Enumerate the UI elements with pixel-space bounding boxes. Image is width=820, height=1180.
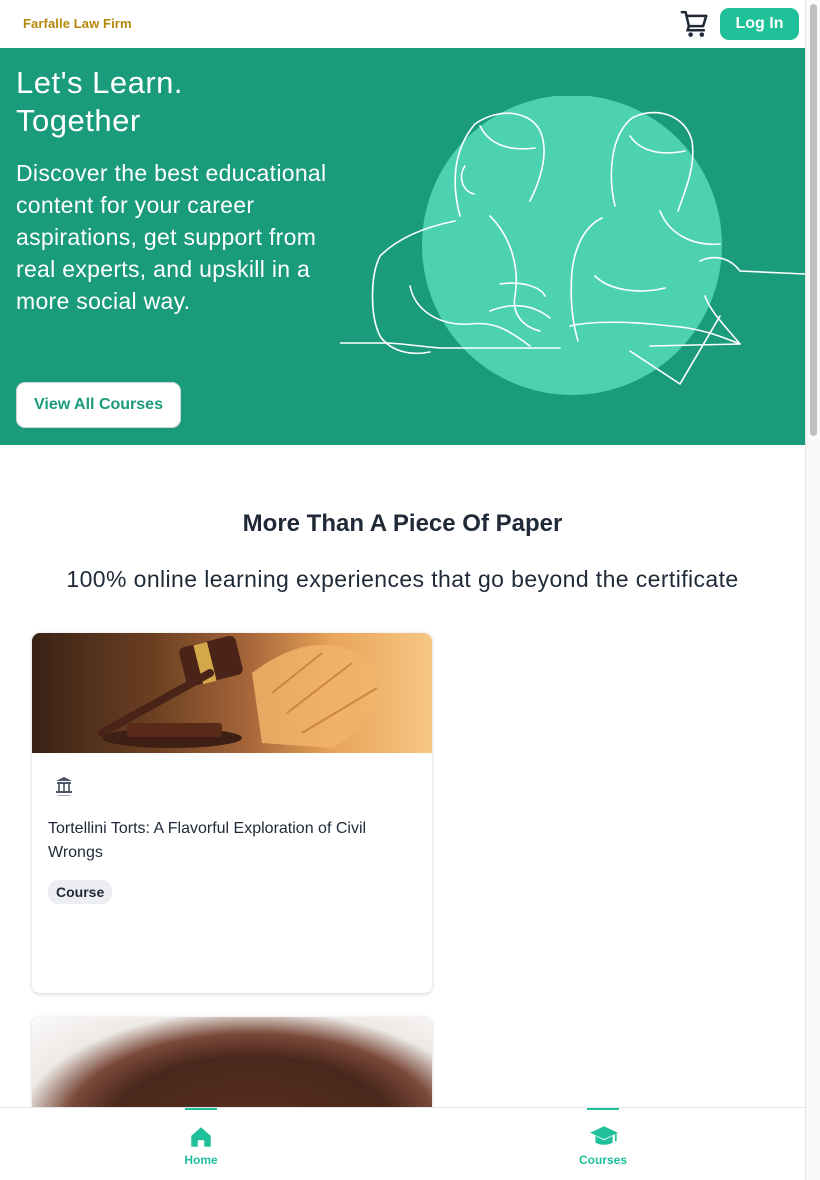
section-subtitle: 100% online learning experiences that go…: [66, 566, 739, 592]
top-bar: Farfalle Law Firm Log In: [0, 0, 805, 48]
hero-description: Discover the best educational content fo…: [16, 160, 327, 314]
active-indicator: [185, 1108, 217, 1110]
view-all-courses-button[interactable]: View All Courses: [16, 382, 181, 428]
nav-label-courses: Courses: [578, 1153, 628, 1167]
gavel-and-books-photo: [32, 633, 432, 753]
page: Farfalle Law Firm Log In Let's Learn. To…: [0, 0, 805, 1180]
bottom-navigation: Home Courses: [0, 1107, 805, 1180]
scrollbar-thumb[interactable]: [810, 4, 817, 436]
course-title[interactable]: Tortellini Torts: A Flavorful Exploratio…: [48, 817, 408, 865]
students-studying-illustration: [340, 96, 805, 395]
nav-item-courses[interactable]: Courses: [558, 1108, 648, 1180]
section-title: More Than A Piece Of Paper: [242, 510, 563, 537]
active-indicator: [587, 1108, 619, 1110]
course-type-badge: Course: [48, 880, 113, 904]
shopping-cart-icon[interactable]: [680, 9, 710, 39]
law-firm-logo: [48, 771, 80, 803]
scrollbar[interactable]: [805, 0, 820, 1180]
login-button[interactable]: Log In: [720, 8, 799, 40]
nav-item-home[interactable]: Home: [156, 1108, 246, 1180]
graduation-cap-icon: [590, 1126, 618, 1145]
hero-title: Let's Learn. Together: [16, 65, 184, 138]
brand-logo[interactable]: Farfalle Law Firm: [23, 16, 132, 31]
course-card[interactable]: Tortellini Torts: A Flavorful Exploratio…: [32, 633, 432, 993]
gavel-icon: [98, 635, 379, 748]
nav-label-home: Home: [184, 1153, 218, 1167]
hero-banner: Let's Learn. Together Discover the best …: [0, 48, 805, 445]
home-icon: [191, 1127, 211, 1147]
